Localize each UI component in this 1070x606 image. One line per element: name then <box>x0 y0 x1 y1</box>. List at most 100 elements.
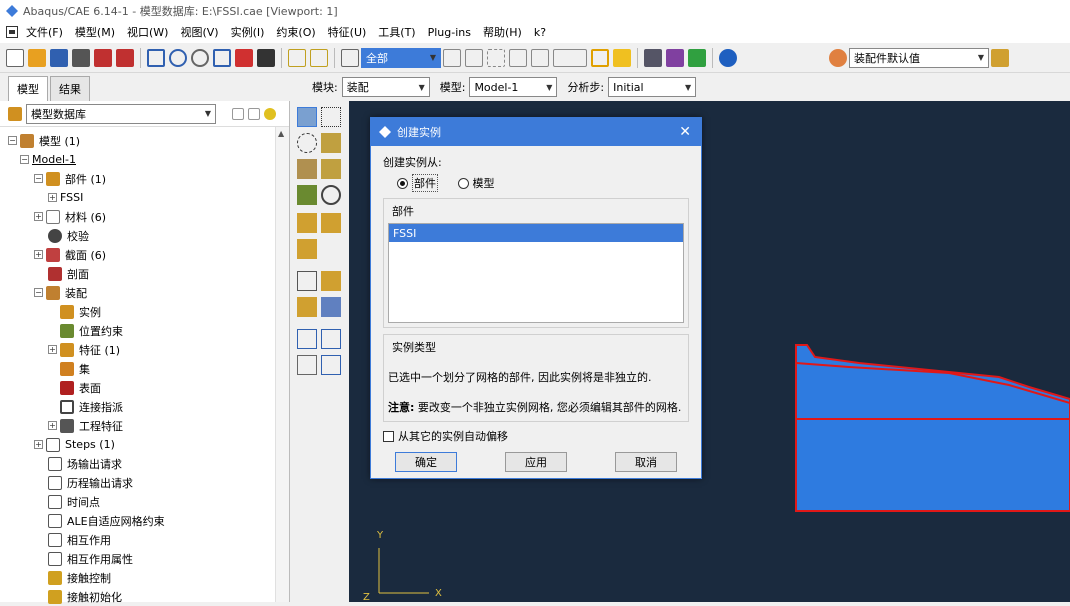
expand-icon[interactable]: + <box>34 212 43 221</box>
rotate-instance-icon[interactable] <box>297 159 317 179</box>
translate-to-icon[interactable] <box>321 159 341 179</box>
new-file-icon[interactable] <box>6 48 24 67</box>
window-menu-icon[interactable] <box>6 26 18 38</box>
auto-offset-checkbox[interactable] <box>383 430 394 442</box>
datum-axis-icon[interactable] <box>321 213 341 233</box>
parts-list[interactable]: FSSI <box>388 223 684 323</box>
query-select-icon[interactable] <box>297 271 317 291</box>
apply-button[interactable]: 应用 <box>505 452 567 472</box>
tree-node[interactable]: − 部件 (1) <box>8 169 289 188</box>
menu-instance[interactable]: 实例(I) <box>231 24 265 40</box>
render-style-icon[interactable] <box>991 48 1009 67</box>
color-code-select[interactable]: 装配件默认值 ▼ <box>849 47 989 68</box>
rotate-icon[interactable] <box>169 48 187 67</box>
model-select[interactable]: Model-1 ▼ <box>469 77 558 97</box>
radio-model[interactable]: 模型 <box>457 175 495 191</box>
tree-node[interactable]: + 工程特征 <box>8 416 289 435</box>
tree-node[interactable]: + 材料 (6) <box>8 207 289 226</box>
mesh-shaded-icon[interactable] <box>688 48 706 67</box>
select-cursor-icon[interactable] <box>341 48 359 67</box>
tree-node[interactable]: 场输出请求 <box>8 454 289 473</box>
radio-part[interactable]: 部件 <box>397 174 438 192</box>
export-icon[interactable] <box>116 48 134 67</box>
tree-node[interactable]: 时间点 <box>8 492 289 511</box>
tree-node[interactable]: + 截面 (6) <box>8 245 289 264</box>
tree-node[interactable]: 集 <box>8 359 289 378</box>
print-icon[interactable] <box>72 48 90 67</box>
tree-node[interactable]: 连接指派 <box>8 397 289 416</box>
sort-icon[interactable] <box>218 105 228 123</box>
radial-pattern-icon[interactable] <box>297 133 317 153</box>
scroll-up-icon[interactable]: ▲ <box>278 129 284 138</box>
color-code-icon[interactable] <box>829 48 847 67</box>
menu-plugins[interactable]: Plug-ins <box>428 26 471 39</box>
menu-view[interactable]: 视图(V) <box>180 24 218 40</box>
close-icon[interactable]: ✕ <box>679 124 691 140</box>
tree-node[interactable]: − 装配 <box>8 283 289 302</box>
tree-node[interactable]: 校验 <box>8 226 289 245</box>
tree-node[interactable]: 历程输出请求 <box>8 473 289 492</box>
expand-icon[interactable]: + <box>48 421 57 430</box>
tree-node[interactable]: − 模型 (1) <box>8 131 289 150</box>
tree-node[interactable]: 相互作用 <box>8 530 289 549</box>
expand-icon[interactable]: + <box>34 440 43 449</box>
tree-node[interactable]: − Model-1 <box>8 150 289 169</box>
open-folder-icon[interactable] <box>28 48 46 67</box>
module-select[interactable]: 装配 ▼ <box>341 77 430 97</box>
datum-csys-icon[interactable] <box>297 239 317 259</box>
menu-constraint[interactable]: 约束(O) <box>276 24 315 40</box>
collapse-icon[interactable]: − <box>34 288 43 297</box>
ok-button[interactable]: 确定 <box>395 452 457 472</box>
menu-tools[interactable]: 工具(T) <box>378 24 415 40</box>
selection-polygon-icon[interactable] <box>531 48 549 67</box>
expand-icon[interactable]: + <box>48 345 57 354</box>
selection-drag-icon[interactable] <box>487 48 505 67</box>
tab-results[interactable]: 结果 <box>50 76 90 101</box>
tree-node[interactable]: 剖面 <box>8 264 289 283</box>
filter-icon[interactable] <box>248 107 260 120</box>
expand-icon[interactable]: + <box>48 193 57 202</box>
replace-instance-icon[interactable] <box>321 271 341 291</box>
collapse-icon[interactable] <box>232 107 244 120</box>
cancel-button[interactable]: 取消 <box>615 452 677 472</box>
step-select[interactable]: Initial ▼ <box>608 77 697 97</box>
query-icon[interactable] <box>288 48 306 67</box>
tree-view-select[interactable]: 模型数据库 ▼ <box>26 103 216 124</box>
tree-node[interactable]: 位置约束 <box>8 321 289 340</box>
translate-instance-icon[interactable] <box>321 133 341 153</box>
tree-node[interactable]: + 特征 (1) <box>8 340 289 359</box>
collapse-icon[interactable]: − <box>34 174 43 183</box>
selection-box-icon[interactable] <box>465 48 483 67</box>
merge-cut-icon[interactable] <box>321 185 341 205</box>
zoom-icon[interactable] <box>191 48 209 67</box>
collapse-icon[interactable]: − <box>8 136 17 145</box>
query-info-icon[interactable] <box>310 48 328 67</box>
menu-file[interactable]: 文件(F) <box>26 24 63 40</box>
menu-feature[interactable]: 特征(U) <box>328 24 367 40</box>
pan-icon[interactable] <box>147 48 165 67</box>
tree-node[interactable]: 接触初始化 <box>8 587 289 606</box>
selection-option-icon[interactable] <box>443 48 461 67</box>
collapse-icon[interactable]: − <box>20 155 29 164</box>
info-icon[interactable] <box>719 48 737 67</box>
format-icon[interactable] <box>553 48 587 67</box>
wireframe-icon[interactable] <box>591 48 609 67</box>
mesh-color-icon[interactable] <box>666 48 684 67</box>
selection-pattern-icon[interactable] <box>509 48 527 67</box>
datum-plane-icon[interactable] <box>297 355 317 375</box>
tree-scrollbar[interactable]: ▲ <box>275 127 289 602</box>
tree-node[interactable]: 实例 <box>8 302 289 321</box>
datum-axes-icon[interactable] <box>321 329 341 349</box>
list-item[interactable]: FSSI <box>389 224 683 242</box>
auto-offset-row[interactable]: 从其它的实例自动偏移 <box>383 428 689 444</box>
tree-node[interactable]: + FSSI <box>8 188 289 207</box>
expand-icon[interactable]: + <box>34 250 43 259</box>
tree-node[interactable]: 表面 <box>8 378 289 397</box>
linear-pattern-icon[interactable] <box>321 107 341 127</box>
cycle-views-icon[interactable] <box>257 48 275 67</box>
datum-triad-icon[interactable] <box>321 355 341 375</box>
context-help-button[interactable]: k? <box>534 26 546 39</box>
instance-move-icon[interactable] <box>321 297 341 317</box>
tree-node[interactable]: 接触控制 <box>8 568 289 587</box>
datum-point-icon[interactable] <box>297 213 317 233</box>
